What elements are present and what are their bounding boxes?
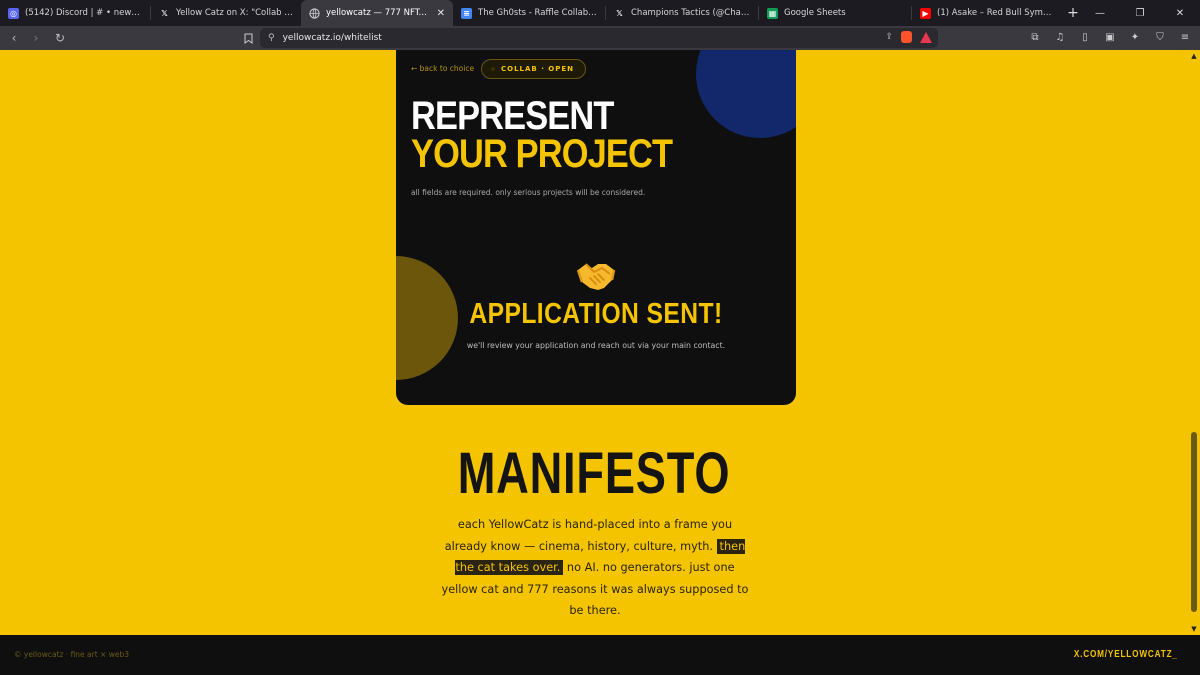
tab-title: (5142) Discord | # • new-contacts | C bbox=[25, 8, 142, 18]
leo-ai-icon[interactable]: ✦ bbox=[1128, 30, 1142, 44]
manifesto-text-part-1: each YellowCatz is hand-placed into a fr… bbox=[444, 518, 733, 553]
decorative-blue-circle bbox=[696, 50, 796, 138]
tab-champions[interactable]: 𝕏 Champions Tactics (@ChampionsVer bbox=[606, 0, 758, 26]
headline-line-1: REPRESENT bbox=[411, 94, 614, 138]
globe-icon bbox=[309, 7, 320, 19]
toolbar-icons: ⧉ ♫ ▯ ▣ ✦ ⛉ ≡ bbox=[1028, 30, 1192, 44]
manifesto-text: each YellowCatz is hand-placed into a fr… bbox=[440, 514, 750, 622]
application-sent-title: APPLICATION SENT! bbox=[469, 298, 723, 330]
sidebar-icon[interactable]: ▯ bbox=[1078, 30, 1092, 44]
address-bar[interactable]: ⚲ yellowcatz.io/whitelist ⇪ bbox=[260, 28, 938, 48]
headline-line-2: YOUR PROJECT bbox=[411, 132, 673, 176]
tab-bar: ◎ (5142) Discord | # • new-contacts | C … bbox=[0, 0, 1200, 26]
browser-toolbar: ‹ › ↻ ⚲ yellowcatz.io/whitelist ⇪ ⧉ ♫ ▯ … bbox=[0, 26, 1200, 50]
x-icon: 𝕏 bbox=[161, 8, 168, 18]
minimize-icon[interactable]: — bbox=[1080, 0, 1120, 26]
collab-badge-label: COLLAB · OPEN bbox=[501, 65, 575, 73]
brave-shields-icon[interactable] bbox=[901, 31, 912, 43]
tab-discord[interactable]: ◎ (5142) Discord | # • new-contacts | C bbox=[0, 0, 150, 26]
brave-rewards-icon[interactable] bbox=[920, 31, 932, 43]
back-to-choice-link[interactable]: ← back to choice bbox=[411, 64, 474, 73]
application-sent-note: we'll review your application and reach … bbox=[466, 341, 726, 350]
tab-title: Yellow Catz on X: "Collab application bbox=[176, 8, 293, 18]
tab-title: Google Sheets bbox=[784, 8, 846, 18]
page-viewport: ← back to choice COLLAB · OPEN REPRESENT… bbox=[0, 50, 1200, 675]
application-card: ← back to choice COLLAB · OPEN REPRESENT… bbox=[396, 50, 796, 405]
share-icon[interactable]: ⇪ bbox=[885, 32, 893, 42]
footer-copyright: © yellowcatz · fine art × web3 bbox=[14, 650, 130, 659]
bookmark-icon[interactable] bbox=[238, 28, 258, 48]
reload-icon[interactable]: ↻ bbox=[50, 28, 70, 48]
tab-title: Champions Tactics (@ChampionsVer bbox=[631, 8, 750, 18]
discord-icon: ◎ bbox=[8, 7, 19, 19]
media-icon[interactable]: ♫ bbox=[1053, 30, 1067, 44]
wallet-icon[interactable]: ▣ bbox=[1103, 30, 1117, 44]
close-tab-icon[interactable]: ✕ bbox=[437, 8, 445, 19]
tab-title: (1) Asake – Red Bull Symphonic ( bbox=[937, 8, 1052, 18]
restore-icon[interactable]: ❐ bbox=[1120, 0, 1160, 26]
sheets-icon: ▦ bbox=[767, 7, 778, 19]
window-controls: — ❐ ✕ bbox=[1080, 0, 1200, 26]
menu-icon[interactable]: ≡ bbox=[1178, 30, 1192, 44]
reader-mode-icon[interactable]: ⧉ bbox=[1028, 30, 1042, 44]
vpn-icon[interactable]: ⛉ bbox=[1153, 30, 1167, 44]
x-icon: 𝕏 bbox=[616, 8, 623, 18]
tab-youtube[interactable]: ▶ (1) Asake – Red Bull Symphonic ( bbox=[912, 0, 1060, 26]
scroll-down-icon[interactable]: ▼ bbox=[1190, 625, 1198, 633]
card-headline: REPRESENT YOUR PROJECT bbox=[411, 94, 673, 176]
page-footer: © yellowcatz · fine art × web3 X.COM/YEL… bbox=[0, 635, 1200, 675]
tab-google-sheets[interactable]: ▦ Google Sheets bbox=[759, 0, 911, 26]
forward-icon[interactable]: › bbox=[26, 28, 46, 48]
tab-title: yellowcatz — 777 NFTs on Ether bbox=[326, 8, 431, 18]
tab-yellowcatz[interactable]: yellowcatz — 777 NFTs on Ether ✕ bbox=[301, 0, 453, 26]
collab-status-badge: COLLAB · OPEN bbox=[481, 59, 587, 79]
site-settings-icon[interactable]: ⚲ bbox=[268, 33, 275, 43]
back-icon[interactable]: ‹ bbox=[4, 28, 24, 48]
youtube-icon: ▶ bbox=[920, 7, 931, 19]
tab-x-yellowcatz[interactable]: 𝕏 Yellow Catz on X: "Collab application bbox=[151, 0, 301, 26]
docs-icon: ≡ bbox=[461, 7, 472, 19]
url-text: yellowcatz.io/whitelist bbox=[282, 33, 382, 43]
required-fields-note: all fields are required. only serious pr… bbox=[411, 188, 646, 197]
page-scrollbar[interactable]: ▲ ▼ bbox=[1188, 50, 1200, 635]
scroll-up-icon[interactable]: ▲ bbox=[1190, 52, 1198, 60]
status-dot-icon bbox=[491, 67, 495, 71]
manifesto-title: MANIFESTO bbox=[457, 441, 731, 506]
tab-gh0sts-doc[interactable]: ≡ The Gh0sts - Raffle Collab Template bbox=[453, 0, 605, 26]
close-window-icon[interactable]: ✕ bbox=[1160, 0, 1200, 26]
footer-x-link[interactable]: X.COM/YELLOWCATZ_ bbox=[1074, 649, 1178, 660]
tab-title: The Gh0sts - Raffle Collab Template bbox=[478, 8, 597, 18]
handshake-icon bbox=[576, 258, 616, 294]
scrollbar-thumb[interactable] bbox=[1191, 432, 1197, 612]
